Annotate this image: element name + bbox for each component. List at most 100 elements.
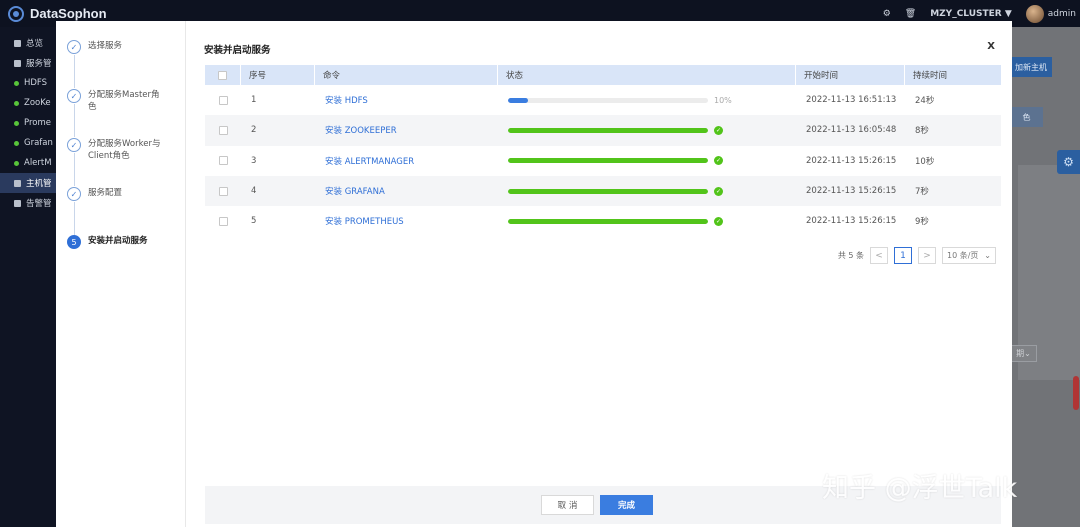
- header-duration: 持续时间: [913, 71, 948, 81]
- check-icon: ✓: [67, 89, 81, 103]
- background-select-label: 期: [1016, 349, 1025, 358]
- status-dot-icon: [14, 140, 19, 146]
- header-index: 序号: [241, 65, 315, 85]
- logo[interactable]: DataSophon: [0, 5, 107, 22]
- step-label: 选择服务: [88, 41, 123, 51]
- row-command: 安装 HDFS: [315, 85, 498, 115]
- check-circle-icon: ✓: [714, 125, 723, 135]
- install-wizard-dialog: ✓ 选择服务 ✓ 分配服务Master角色 ✓ 分配服务Worker与Clien…: [56, 21, 1012, 527]
- sidebar-item-hdfs[interactable]: HDFS: [0, 73, 56, 93]
- settings-icon[interactable]: ⚙: [883, 9, 891, 19]
- progress-bar: [508, 127, 708, 133]
- dialog-title: 安装并启动服务: [204, 45, 271, 56]
- check-icon: ✓: [67, 40, 81, 54]
- row-checkbox[interactable]: [218, 186, 228, 196]
- progress-percent: 10%: [714, 95, 732, 105]
- sidebar-item-services[interactable]: 服务管: [0, 53, 56, 73]
- background-button[interactable]: 色: [1010, 107, 1043, 127]
- progress-bar: [508, 158, 708, 164]
- watermark: 知乎 @浮世Talk: [822, 473, 1018, 504]
- row-index: 5: [251, 216, 257, 227]
- row-status: ✓: [498, 115, 796, 145]
- cluster-selector[interactable]: MZY_CLUSTER ▼: [930, 9, 1012, 19]
- row-duration: 24秒: [915, 96, 935, 107]
- row-start-time: 2022-11-13 16:51:13: [806, 95, 897, 106]
- table-row: 3 安装 ALERTMANAGER ✓ 2022-11-13 15:26:15 10秒: [205, 146, 1001, 176]
- sidebar-item-grafana[interactable]: Grafan: [0, 133, 56, 153]
- row-duration: 8秒: [915, 126, 929, 137]
- total-count: 共 5 条: [837, 251, 864, 260]
- row-checkbox[interactable]: [218, 95, 228, 105]
- status-dot-icon: [14, 80, 19, 86]
- progress-wrap: 10%: [508, 96, 732, 105]
- sidebar-item-label: Grafan: [24, 138, 53, 148]
- sidebar-item-zookeeper[interactable]: ZooKe: [0, 93, 56, 113]
- check-icon: ✓: [67, 138, 81, 152]
- row-status: ✓: [498, 146, 796, 176]
- add-host-button[interactable]: 加新主机: [1010, 57, 1052, 77]
- sidebar-item-hosts[interactable]: 主机管: [0, 173, 56, 193]
- command-link[interactable]: 安装 ZOOKEEPER: [325, 124, 397, 136]
- step-label: 安装并启动服务: [88, 236, 148, 246]
- wizard-steps: ✓ 选择服务 ✓ 分配服务Master角色 ✓ 分配服务Worker与Clien…: [56, 21, 186, 527]
- step-label: 分配服务Worker与Client角色: [88, 139, 161, 161]
- step-connector: [74, 202, 75, 235]
- command-link[interactable]: 安装 HDFS: [325, 94, 368, 106]
- sidebar-item-label: HDFS: [24, 78, 48, 88]
- row-checkbox[interactable]: [218, 216, 228, 226]
- gear-icon[interactable]: ⚙: [1057, 150, 1080, 174]
- sidebar-item-overview[interactable]: 总览: [0, 33, 56, 53]
- sidebar-item-alerts[interactable]: 告警管: [0, 193, 56, 213]
- install-commands-table: 序号 命令 状态 开始时间 持续时间 1 安装 HDFS 10% 2022-11-13…: [205, 65, 1001, 236]
- row-duration: 10秒: [915, 156, 935, 167]
- row-check-cell: [205, 176, 241, 206]
- row-checkbox[interactable]: [218, 125, 228, 135]
- row-command: 安装 ALERTMANAGER: [315, 146, 498, 176]
- app-name: DataSophon: [30, 6, 107, 21]
- prev-page-button[interactable]: <: [870, 247, 888, 264]
- next-page-button[interactable]: >: [918, 247, 936, 264]
- page-size-select[interactable]: 10 条/页 ⌄: [942, 247, 996, 264]
- row-status: ✓: [498, 206, 796, 236]
- step-select-services: ✓ 选择服务: [67, 40, 166, 54]
- cluster-name: MZY_CLUSTER: [930, 8, 1002, 19]
- command-link[interactable]: 安装 PROMETHEUS: [325, 215, 404, 227]
- row-index: 2: [251, 125, 257, 136]
- row-command: 安装 PROMETHEUS: [315, 206, 498, 236]
- close-icon[interactable]: X: [987, 41, 995, 52]
- user-menu[interactable]: admin: [1025, 4, 1076, 23]
- table-row: 1 安装 HDFS 10% 2022-11-13 16:51:13 24秒: [205, 85, 1001, 115]
- status-dot-icon: [14, 100, 19, 106]
- status-dot-icon: [14, 120, 19, 126]
- avatar: [1025, 4, 1044, 23]
- progress-fill: [508, 97, 528, 103]
- cancel-button[interactable]: 取 消: [541, 495, 594, 515]
- dashboard-icon: [14, 39, 21, 47]
- sidebar: 总览 服务管 HDFS ZooKe Prome Grafan AlertM 主机…: [0, 27, 56, 527]
- page-1-button[interactable]: 1: [894, 247, 912, 264]
- check-circle-icon: ✓: [714, 156, 723, 166]
- header-status: 状态: [498, 65, 796, 85]
- status-dot-icon: [14, 160, 19, 166]
- sidebar-item-label: 服务管: [26, 59, 52, 69]
- row-checkbox[interactable]: [218, 156, 228, 166]
- row-start-time: 2022-11-13 16:05:48: [806, 125, 897, 136]
- row-check-cell: [205, 85, 241, 115]
- finish-button[interactable]: 完成: [600, 495, 653, 515]
- scrollbar-thumb[interactable]: [1073, 376, 1079, 410]
- sidebar-item-alertmanager[interactable]: AlertM: [0, 153, 56, 173]
- background-select[interactable]: 期 ⌄: [1010, 345, 1037, 362]
- command-link[interactable]: 安装 ALERTMANAGER: [325, 155, 414, 167]
- progress-fill: [508, 158, 708, 164]
- server-icon: [14, 179, 21, 187]
- progress-wrap: ✓: [508, 156, 723, 166]
- row-command: 安装 ZOOKEEPER: [315, 115, 498, 145]
- select-all-checkbox[interactable]: [218, 70, 227, 80]
- row-check-cell: [205, 146, 241, 176]
- row-index: 3: [251, 155, 257, 166]
- sidebar-item-prometheus[interactable]: Prome: [0, 113, 56, 133]
- table-body: 1 安装 HDFS 10% 2022-11-13 16:51:13 24秒 2 安装 ZOO…: [205, 85, 1001, 236]
- table-header: 序号 命令 状态 开始时间 持续时间: [205, 65, 1001, 85]
- command-link[interactable]: 安装 GRAFANA: [325, 185, 385, 197]
- notification-icon[interactable]: 🗑: [905, 9, 916, 19]
